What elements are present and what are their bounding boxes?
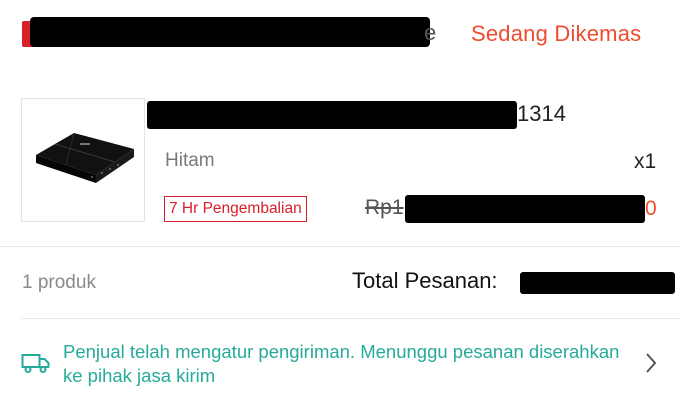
chevron-right-icon[interactable] (644, 352, 658, 379)
order-total-label: Total Pesanan: (352, 268, 498, 293)
induction-cooker-image (36, 132, 134, 183)
return-policy-badge: 7 Hr Pengembalian (164, 196, 307, 222)
shop-name-redacted[interactable] (30, 17, 430, 47)
divider (21, 318, 680, 319)
product-name-redacted[interactable] (147, 101, 517, 129)
price-tail: 0 (645, 197, 657, 220)
product-name-tail: 1314 (517, 101, 566, 126)
product-quantity: x1 (634, 150, 657, 173)
price-redacted (405, 195, 645, 223)
product-thumbnail[interactable] (21, 98, 145, 222)
product-count: 1 produk (22, 272, 96, 293)
order-total-redacted (520, 272, 675, 294)
shop-name-tail: e (424, 20, 437, 45)
product-variant: Hitam (165, 150, 215, 171)
divider (0, 246, 680, 247)
shipping-status-message[interactable]: Penjual telah mengatur pengiriman. Menun… (63, 340, 643, 388)
original-price: Rp1 (365, 196, 404, 219)
order-status: Sedang Dikemas (471, 21, 642, 46)
truck-icon (21, 352, 51, 379)
